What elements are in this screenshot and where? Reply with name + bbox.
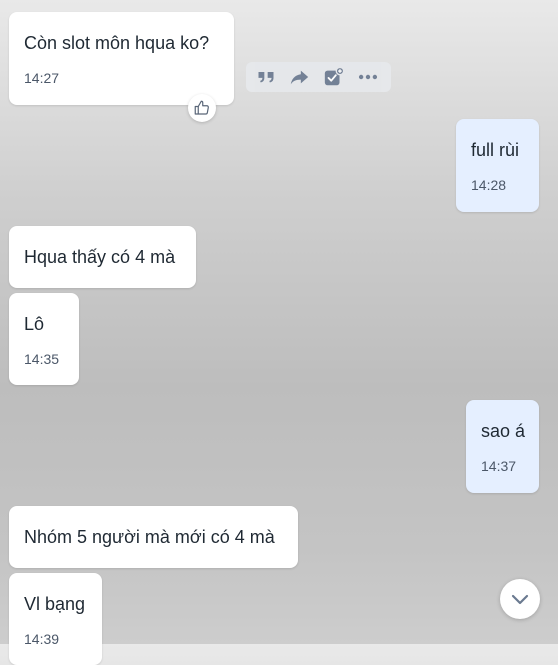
message-bubble-incoming[interactable]: Nhóm 5 người mà mới có 4 mà [9, 506, 298, 568]
message-time: 14:37 [481, 458, 517, 474]
message-text: Còn slot môn hqua ko? [24, 33, 210, 53]
message-bubble-outgoing[interactable]: sao á 14:37 [466, 400, 539, 493]
message-bubble-incoming[interactable]: Hqua thấy có 4 mà [9, 226, 196, 288]
scroll-to-bottom-button[interactable] [500, 579, 540, 619]
message-bubble-incoming[interactable]: Vl bạng 14:39 [9, 573, 102, 665]
quote-icon[interactable] [255, 66, 277, 88]
message-text: Lô [24, 314, 45, 334]
message-text: sao á [481, 421, 526, 441]
forward-icon[interactable] [288, 66, 310, 88]
message-text: Hqua thấy có 4 mà [24, 247, 176, 267]
message-bubble-incoming[interactable]: Còn slot môn hqua ko? 14:27 [9, 12, 234, 105]
message-action-toolbar [246, 62, 391, 92]
message-bubble-incoming[interactable]: Lô 14:35 [9, 293, 79, 385]
message-time: 14:39 [24, 631, 60, 647]
add-task-icon[interactable] [323, 66, 345, 88]
thumbs-up-icon [194, 100, 209, 115]
message-bubble-outgoing[interactable]: full rùi 14:28 [456, 119, 539, 212]
reaction-button[interactable] [188, 94, 216, 122]
message-time: 14:27 [24, 70, 60, 86]
message-time: 14:35 [24, 351, 60, 367]
message-text: full rùi [471, 140, 520, 160]
message-time: 14:28 [471, 177, 507, 193]
more-icon[interactable] [357, 66, 379, 88]
message-text: Vl bạng [24, 594, 86, 614]
chevron-down-icon [511, 594, 529, 605]
message-text: Nhóm 5 người mà mới có 4 mà [24, 527, 275, 547]
